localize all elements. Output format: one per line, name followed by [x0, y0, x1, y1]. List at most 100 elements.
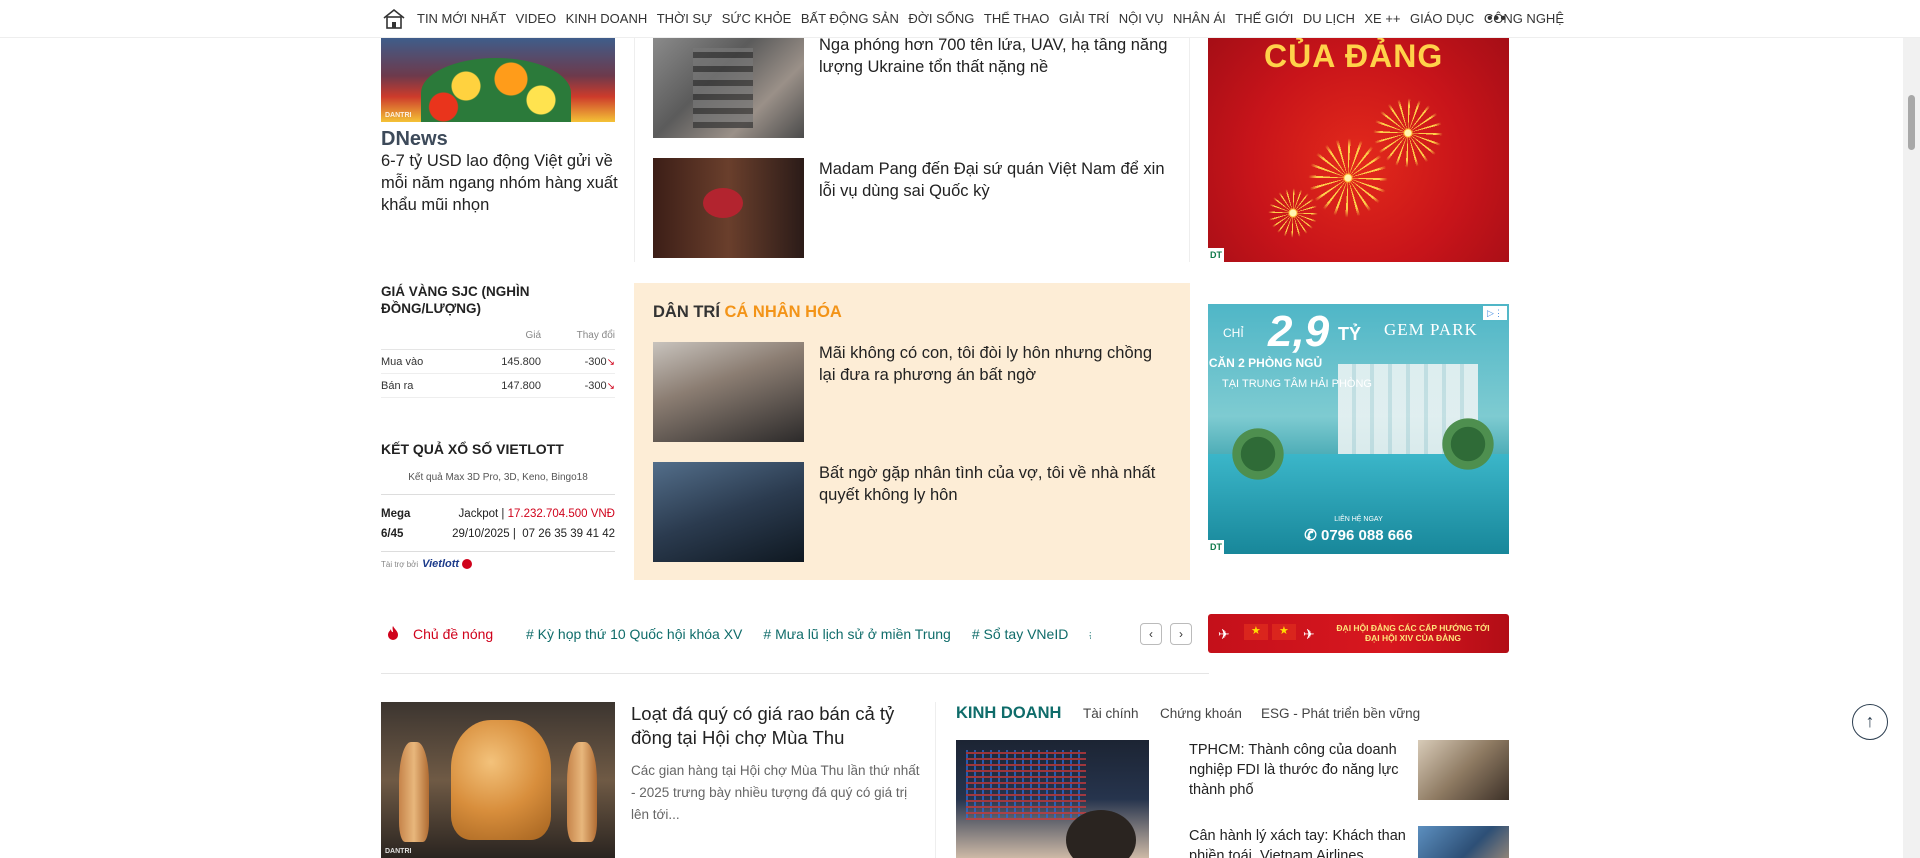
nav-item[interactable]: BẤT ĐỘNG SẢN	[801, 11, 899, 26]
jackpot-label: Jackpot |	[458, 508, 505, 520]
lottery-title: KẾT QUẢ XỔ SỐ VIETLOTT	[381, 441, 564, 457]
chevron-right-icon[interactable]: ›	[1170, 623, 1192, 645]
adchoices-icon[interactable]: ▷⋮	[1483, 306, 1507, 320]
scroll-to-top-button[interactable]: ↑	[1852, 704, 1888, 740]
article-thumbnail[interactable]	[1418, 740, 1509, 800]
section-sub-finance[interactable]: Tài chính	[1083, 706, 1139, 721]
vietlott-logo[interactable]: Vietlott	[422, 558, 473, 570]
article-item[interactable]: Mãi không có con, tôi đòi ly hôn nhưng c…	[653, 342, 1168, 442]
nav-item[interactable]: ĐỜI SỐNG	[908, 11, 974, 26]
nav-item[interactable]: XE ++	[1364, 11, 1400, 26]
nav-item[interactable]: THỜI SỰ	[657, 11, 712, 26]
scrollbar-thumb[interactable]	[1908, 95, 1915, 150]
hot-topics-list: # Kỳ họp thứ 10 Quốc hội khóa XV # Mưa lũ…	[526, 626, 1091, 642]
nav-item[interactable]: GIẢI TRÍ	[1059, 11, 1109, 26]
article-thumbnail[interactable]	[956, 740, 1149, 858]
article-title[interactable]: Bất ngờ gặp nhân tình của vợ, tôi về nhà…	[819, 462, 1169, 506]
chevron-left-icon[interactable]: ‹	[1140, 623, 1162, 645]
banner-text: ĐẠI HỘI ĐẢNG CÁC CẤP HƯỚNG TỚI ĐẠI HỘI X…	[1336, 623, 1490, 643]
article-thumbnail[interactable]	[1418, 826, 1509, 858]
gold-row-label: Bán ra	[381, 379, 414, 392]
more-menu-icon[interactable]: •••	[1487, 10, 1507, 28]
lottery-numbers: 07 26 35 39 41 42	[522, 528, 615, 540]
ad-text: TỶ	[1338, 324, 1362, 344]
hot-topic-tag[interactable]: # Mưa lũ lịch sử ở miền Trung	[763, 626, 950, 642]
ad-banner-gempark[interactable]: CHỈ 2,9 TỶ GEM PARK CĂN 2 PHÒNG NGỦ TẠI …	[1208, 304, 1509, 554]
section-title-business[interactable]: KINH DOANH	[956, 704, 1061, 723]
article-title[interactable]: 6-7 tỷ USD lao động Việt gửi về mỗi năm …	[381, 150, 621, 216]
section-sub-esg[interactable]: ESG - Phát triển bền vững	[1261, 706, 1420, 721]
fire-icon	[388, 626, 398, 640]
ad-text: CĂN 2 PHÒNG NGỦ	[1208, 356, 1323, 370]
hot-topic-tag[interactable]: # Sổ tay VNeID	[972, 626, 1069, 642]
gold-row-price: 145.800	[501, 355, 541, 368]
trend-down-icon: ↘	[606, 380, 615, 392]
nav-menu: TIN MỚI NHẤT VIDEO KINH DOANH THỜI SỰ SỨC KH…	[417, 11, 1573, 26]
gemstone-image	[451, 720, 551, 840]
nav-item[interactable]: GIÁO DỤC	[1410, 11, 1474, 26]
change-header: Thay đổi	[576, 330, 615, 341]
ad-brand: GEM PARK	[1384, 320, 1478, 339]
article-thumbnail[interactable]	[653, 38, 804, 138]
nav-item[interactable]: KINH DOANH	[566, 11, 648, 26]
gold-price-title: GIÁ VÀNG SJC (NGHÌN ĐỒNG/LƯỢNG)	[381, 284, 530, 316]
nav-item[interactable]: TIN MỚI NHẤT	[417, 11, 506, 26]
gold-price-table: Giá Thay đổi Mua vào 145.800 -300↘ Bán r…	[381, 330, 615, 398]
personalized-title: DÂN TRÍ CÁ NHÂN HÓA	[653, 303, 842, 321]
lottery-subtitle[interactable]: Kết quả Max 3D Pro, 3D, Keno, Bingo18	[381, 472, 615, 483]
ad-text: TẠI TRUNG TÂM HẢI PHÒNG	[1222, 378, 1372, 390]
article-summary: Các gian hàng tại Hội chợ Mùa Thu lần th…	[631, 763, 920, 822]
flower-image	[421, 58, 571, 122]
hot-topic-tag[interactable]: # Lễ kỷ niệm	[1089, 626, 1091, 642]
article-title[interactable]: Mãi không có con, tôi đòi ly hôn nhưng c…	[819, 342, 1169, 386]
nav-item[interactable]: SỨC KHỎE	[722, 11, 792, 26]
price-header: Giá	[525, 330, 541, 341]
article-thumbnail[interactable]: DANTRI	[381, 702, 615, 858]
firework-icon	[1373, 98, 1443, 168]
nav-item[interactable]: THỂ THAO	[984, 11, 1050, 26]
article-thumbnail[interactable]	[653, 342, 804, 442]
nav-item[interactable]: NHÂN ÁI	[1173, 11, 1226, 26]
article-title[interactable]: Nga phóng hơn 700 tên lửa, UAV, hạ tầng …	[819, 34, 1169, 78]
ad-text: CHỈ	[1223, 326, 1244, 340]
hot-topics-label: Chủ đề nóng	[413, 626, 494, 642]
article-item[interactable]: Nga phóng hơn 700 tên lửa, UAV, hạ tầng …	[653, 34, 1169, 138]
hot-topic-tag[interactable]: # Kỳ họp thứ 10 Quốc hội khóa XV	[526, 626, 742, 642]
ad-banner-congress[interactable]: ✈ ★ ★ ✈ ĐẠI HỘI ĐẢNG CÁC CẤP HƯỚNG TỚI Đ…	[1208, 614, 1509, 653]
sponsor-label: Tài trợ bởi	[381, 559, 419, 569]
article-thumbnail[interactable]: DANTRI	[381, 38, 615, 122]
article-title[interactable]: Cân hành lý xách tay: Khách than phiền t…	[1189, 826, 1419, 858]
article-title[interactable]: TPHCM: Thành công của doanh nghiệp FDI l…	[1189, 740, 1419, 800]
flag-icon: ★	[1272, 624, 1296, 640]
scrollbar[interactable]	[1903, 0, 1920, 858]
lottery-game: Mega 6/45	[381, 508, 411, 540]
article-item[interactable]: Madam Pang đến Đại sứ quán Việt Nam để x…	[653, 158, 1168, 258]
nav-item[interactable]: NỘI VỤ	[1119, 11, 1164, 26]
gold-row-change: -300	[584, 379, 607, 392]
nav-item[interactable]: DU LỊCH	[1303, 11, 1355, 26]
dnews-logo[interactable]: DNews	[381, 128, 448, 151]
gold-row-change: -300	[584, 355, 607, 368]
gold-row-price: 147.800	[501, 379, 541, 392]
ad-text: CỦA ĐẢNG	[1264, 38, 1444, 74]
ad-banner-party[interactable]: CỦA ĐẢNG DT	[1208, 38, 1509, 262]
article-item[interactable]: Bất ngờ gặp nhân tình của vợ, tôi về nhà…	[653, 462, 1168, 562]
nav-item[interactable]: VIDEO	[516, 11, 556, 26]
firework-icon	[1268, 188, 1318, 238]
gold-row-sell: Bán ra 147.800 -300↘	[381, 374, 615, 398]
article-thumbnail[interactable]	[653, 462, 804, 562]
jackpot-value: 17.232.704.500 VNĐ	[507, 508, 615, 520]
article-title[interactable]: Madam Pang đến Đại sứ quán Việt Nam để x…	[819, 158, 1169, 202]
lottery-sponsor: Tài trợ bởi Vietlott	[381, 558, 473, 570]
dove-icon: ✈	[1218, 626, 1230, 642]
ad-price: 2,9	[1268, 307, 1330, 356]
ad-text: LIÊN HỆ NGAY	[1334, 516, 1383, 523]
lottery-info: Jackpot | 17.232.704.500 VNĐ 29/10/2025 …	[430, 504, 615, 544]
top-nav: TIN MỚI NHẤT VIDEO KINH DOANH THỜI SỰ SỨC KH…	[0, 0, 1920, 38]
nav-item[interactable]: THẾ GIỚI	[1235, 11, 1293, 26]
section-sub-stocks[interactable]: Chứng khoán	[1160, 706, 1242, 721]
lottery-date: 29/10/2025 |	[452, 528, 516, 540]
home-icon[interactable]	[382, 8, 406, 30]
article-thumbnail[interactable]	[653, 158, 804, 258]
article-title[interactable]: Loạt đá quý có giá rao bán cả tỷ đồng tạ…	[631, 702, 921, 750]
